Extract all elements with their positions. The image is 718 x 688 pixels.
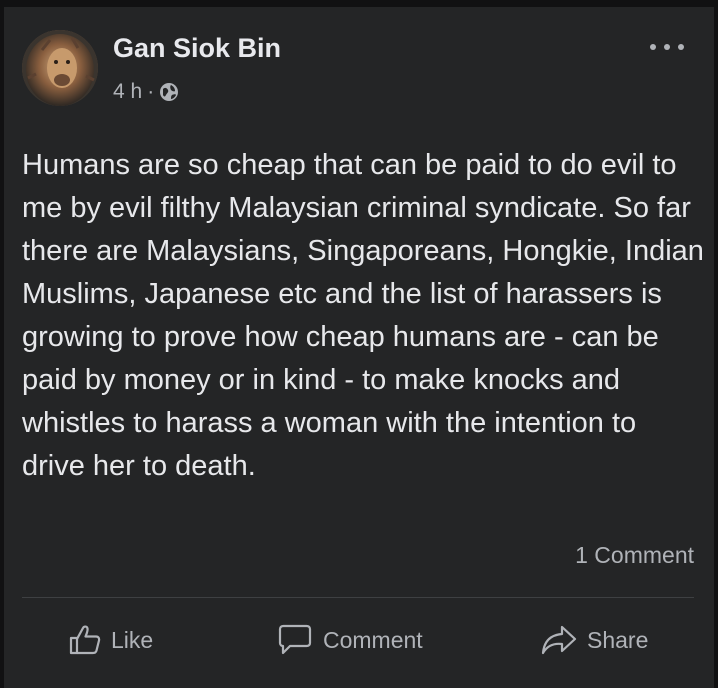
post-time[interactable]: 4 h bbox=[113, 80, 142, 104]
share-arrow-icon bbox=[540, 624, 578, 656]
share-button[interactable]: Share bbox=[540, 618, 648, 662]
author-name[interactable]: Gan Siok Bin bbox=[113, 33, 281, 64]
comment-button[interactable]: Comment bbox=[276, 618, 423, 662]
like-label: Like bbox=[111, 626, 154, 653]
author-avatar[interactable] bbox=[22, 30, 98, 106]
meta-separator: · bbox=[147, 80, 155, 103]
comment-bubble-icon bbox=[276, 623, 314, 657]
post-actions-bar: Like Comment Share bbox=[4, 618, 714, 662]
post-meta: 4 h · bbox=[113, 80, 179, 104]
share-label: Share bbox=[587, 626, 649, 653]
comment-label: Comment bbox=[323, 626, 423, 653]
actions-divider bbox=[22, 597, 694, 598]
lion-avatar-image bbox=[22, 30, 98, 106]
post-text: Humans are so cheap that can be paid to … bbox=[22, 149, 704, 482]
like-button[interactable]: Like bbox=[68, 618, 153, 662]
thumbs-up-icon bbox=[68, 624, 102, 656]
globe-icon bbox=[159, 82, 179, 102]
comments-count-link[interactable]: 1 Comment bbox=[575, 542, 694, 569]
more-options-icon[interactable] bbox=[650, 37, 684, 57]
post-card: Gan Siok Bin 4 h · Humans are so cheap t… bbox=[4, 7, 714, 688]
